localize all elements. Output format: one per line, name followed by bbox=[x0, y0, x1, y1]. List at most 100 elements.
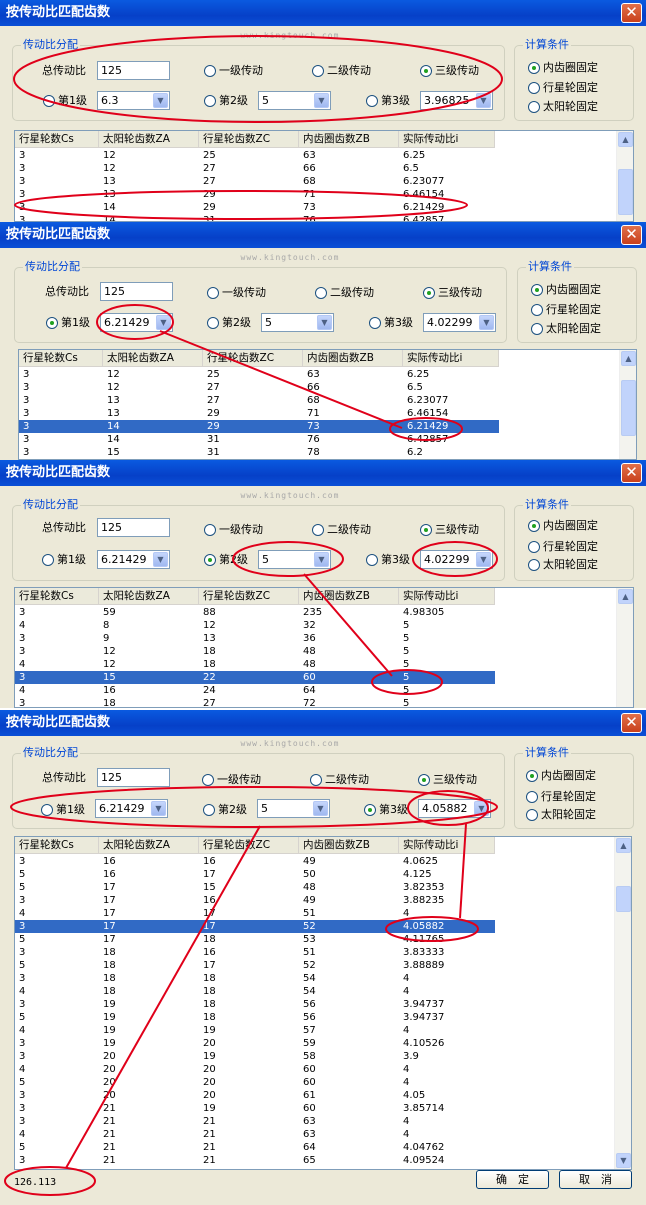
column-header[interactable]: 太阳轮齿数ZA bbox=[99, 131, 199, 147]
table-row[interactable]: 3 12 27 66 6.5 bbox=[19, 381, 499, 394]
sun-fixed-radio[interactable] bbox=[531, 323, 543, 335]
result-list[interactable]: 行星轮数Cs 太阳轮齿数ZA 行星轮齿数ZC 内齿圈齿数ZB 实际传动比i 31… bbox=[18, 349, 637, 460]
column-header[interactable]: 行星轮数Cs bbox=[15, 131, 99, 147]
column-header[interactable]: 实际传动比i bbox=[403, 350, 499, 366]
chevron-down-icon[interactable]: ▼ bbox=[156, 315, 171, 330]
table-row[interactable]: 3 18 27 72 5 bbox=[15, 697, 495, 707]
table-row[interactable]: 3 18 16 51 3.83333 bbox=[15, 946, 495, 959]
table-row[interactable]: 3 12 27 66 6.5 bbox=[15, 162, 495, 175]
table-row[interactable]: 3 13 29 71 6.46154 bbox=[15, 188, 495, 201]
scroll-thumb[interactable] bbox=[616, 886, 631, 912]
stage1-ratio-combo[interactable]: 6.21429 ▼ bbox=[97, 550, 170, 569]
result-list[interactable]: 行星轮数Cs 太阳轮齿数ZA 行星轮齿数ZC 内齿圈齿数ZB 实际传动比i 31… bbox=[14, 130, 634, 222]
stage1-radio[interactable] bbox=[43, 95, 55, 107]
table-row[interactable]: 3 15 22 60 5 bbox=[15, 671, 495, 684]
single-stage-radio[interactable] bbox=[202, 774, 214, 786]
scroll-up-icon[interactable]: ▲ bbox=[618, 589, 633, 604]
table-row[interactable]: 3 20 19 58 3.9 bbox=[15, 1050, 495, 1063]
chevron-down-icon[interactable]: ▼ bbox=[476, 93, 491, 108]
stage3-radio[interactable] bbox=[366, 95, 378, 107]
column-header[interactable]: 太阳轮齿数ZA bbox=[99, 588, 199, 604]
table-row[interactable]: 3 13 29 71 6.46154 bbox=[19, 407, 499, 420]
table-row[interactable]: 3 15 31 78 6.2 bbox=[19, 446, 499, 459]
scroll-thumb[interactable] bbox=[618, 169, 633, 215]
chevron-down-icon[interactable]: ▼ bbox=[151, 801, 166, 816]
chevron-down-icon[interactable]: ▼ bbox=[317, 315, 332, 330]
column-header[interactable]: 行星轮数Cs bbox=[15, 837, 99, 853]
single-stage-radio[interactable] bbox=[207, 287, 219, 299]
ring-fixed-radio[interactable] bbox=[531, 284, 543, 296]
stage2-ratio-combo[interactable]: 5 ▼ bbox=[257, 799, 330, 818]
table-row[interactable]: 5 17 18 53 4.11765 bbox=[15, 933, 495, 946]
table-row[interactable]: 3 16 16 49 4.0625 bbox=[15, 855, 495, 868]
table-row[interactable]: 3 9 13 36 5 bbox=[15, 632, 495, 645]
column-header[interactable]: 行星轮数Cs bbox=[19, 350, 103, 366]
single-stage-radio[interactable] bbox=[204, 524, 216, 536]
table-row[interactable]: 5 16 17 50 4.125 bbox=[15, 868, 495, 881]
single-stage-radio[interactable] bbox=[204, 65, 216, 77]
planet-fixed-radio[interactable] bbox=[531, 304, 543, 316]
result-list[interactable]: 行星轮数Cs 太阳轮齿数ZA 行星轮齿数ZC 内齿圈齿数ZB 实际传动比i 31… bbox=[14, 836, 632, 1170]
column-header[interactable]: 行星轮齿数ZC bbox=[199, 131, 299, 147]
table-row[interactable]: 3 13 27 68 6.23077 bbox=[19, 394, 499, 407]
sun-fixed-radio[interactable] bbox=[528, 559, 540, 571]
close-icon[interactable]: ✕ bbox=[621, 713, 642, 733]
table-row[interactable]: 4 18 18 54 4 bbox=[15, 985, 495, 998]
stage2-radio[interactable] bbox=[204, 554, 216, 566]
table-row[interactable]: 3 17 16 49 3.88235 bbox=[15, 894, 495, 907]
planet-fixed-radio[interactable] bbox=[528, 82, 540, 94]
table-row[interactable]: 3 13 27 68 6.23077 bbox=[15, 175, 495, 188]
column-header[interactable]: 内齿圈齿数ZB bbox=[303, 350, 403, 366]
total-ratio-input[interactable]: 125 bbox=[100, 282, 173, 301]
stage2-radio[interactable] bbox=[207, 317, 219, 329]
title-bar[interactable]: 按传动比匹配齿数 bbox=[0, 222, 646, 248]
ring-fixed-radio[interactable] bbox=[528, 62, 540, 74]
two-stage-radio[interactable] bbox=[310, 774, 322, 786]
close-icon[interactable]: ✕ bbox=[621, 3, 642, 23]
stage1-ratio-combo[interactable]: 6.3 ▼ bbox=[97, 91, 170, 110]
scroll-down-icon[interactable]: ▼ bbox=[616, 1153, 631, 1168]
vertical-scrollbar[interactable]: ▲ bbox=[616, 588, 633, 707]
title-bar[interactable]: 按传动比匹配齿数 bbox=[0, 0, 646, 26]
table-row[interactable]: 3 18 18 54 4 bbox=[15, 972, 495, 985]
table-row[interactable]: 4 20 20 60 4 bbox=[15, 1063, 495, 1076]
chevron-down-icon[interactable]: ▼ bbox=[474, 801, 489, 816]
table-row[interactable]: 5 18 17 52 3.88889 bbox=[15, 959, 495, 972]
stage3-ratio-combo[interactable]: 4.02299 ▼ bbox=[420, 550, 493, 569]
stage2-ratio-combo[interactable]: 5 ▼ bbox=[261, 313, 334, 332]
column-header[interactable]: 行星轮齿数ZC bbox=[199, 588, 299, 604]
close-icon[interactable]: ✕ bbox=[621, 225, 642, 245]
column-header[interactable]: 实际传动比i bbox=[399, 131, 495, 147]
stage2-ratio-combo[interactable]: 5 ▼ bbox=[258, 91, 331, 110]
three-stage-radio[interactable] bbox=[423, 287, 435, 299]
stage1-radio[interactable] bbox=[41, 804, 53, 816]
planet-fixed-radio[interactable] bbox=[526, 791, 538, 803]
column-header[interactable]: 太阳轮齿数ZA bbox=[103, 350, 203, 366]
table-row[interactable]: 3 19 18 56 3.94737 bbox=[15, 998, 495, 1011]
table-row[interactable]: 3 21 21 65 4.09524 bbox=[15, 1154, 495, 1167]
stage1-ratio-combo[interactable]: 6.21429 ▼ bbox=[95, 799, 168, 818]
result-list[interactable]: 行星轮数Cs 太阳轮齿数ZA 行星轮齿数ZC 内齿圈齿数ZB 实际传动比i 3 5… bbox=[14, 587, 634, 708]
stage1-radio[interactable] bbox=[42, 554, 54, 566]
three-stage-radio[interactable] bbox=[420, 524, 432, 536]
table-row[interactable]: 3 12 25 63 6.25 bbox=[19, 368, 499, 381]
column-header[interactable]: 太阳轮齿数ZA bbox=[99, 837, 199, 853]
table-row[interactable]: 3 17 17 52 4.05882 bbox=[15, 920, 495, 933]
table-row[interactable]: 4 16 24 64 5 bbox=[15, 684, 495, 697]
table-row[interactable]: 5 19 18 56 3.94737 bbox=[15, 1011, 495, 1024]
table-row[interactable]: 3 14 31 76 6.42857 bbox=[15, 214, 495, 221]
two-stage-radio[interactable] bbox=[315, 287, 327, 299]
table-row[interactable]: 5 17 15 48 3.82353 bbox=[15, 881, 495, 894]
three-stage-radio[interactable] bbox=[418, 774, 430, 786]
three-stage-radio[interactable] bbox=[420, 65, 432, 77]
table-row[interactable]: 3 12 18 48 5 bbox=[15, 645, 495, 658]
chevron-down-icon[interactable]: ▼ bbox=[314, 552, 329, 567]
scroll-thumb[interactable] bbox=[621, 380, 636, 436]
column-header[interactable]: 内齿圈齿数ZB bbox=[299, 131, 399, 147]
chevron-down-icon[interactable]: ▼ bbox=[153, 552, 168, 567]
table-row[interactable]: 4 12 18 48 5 bbox=[15, 658, 495, 671]
table-row[interactable]: 3 21 21 63 4 bbox=[15, 1115, 495, 1128]
table-row[interactable]: 4 21 21 63 4 bbox=[15, 1128, 495, 1141]
table-row[interactable]: 3 19 20 59 4.10526 bbox=[15, 1037, 495, 1050]
scroll-up-icon[interactable]: ▲ bbox=[618, 132, 633, 147]
